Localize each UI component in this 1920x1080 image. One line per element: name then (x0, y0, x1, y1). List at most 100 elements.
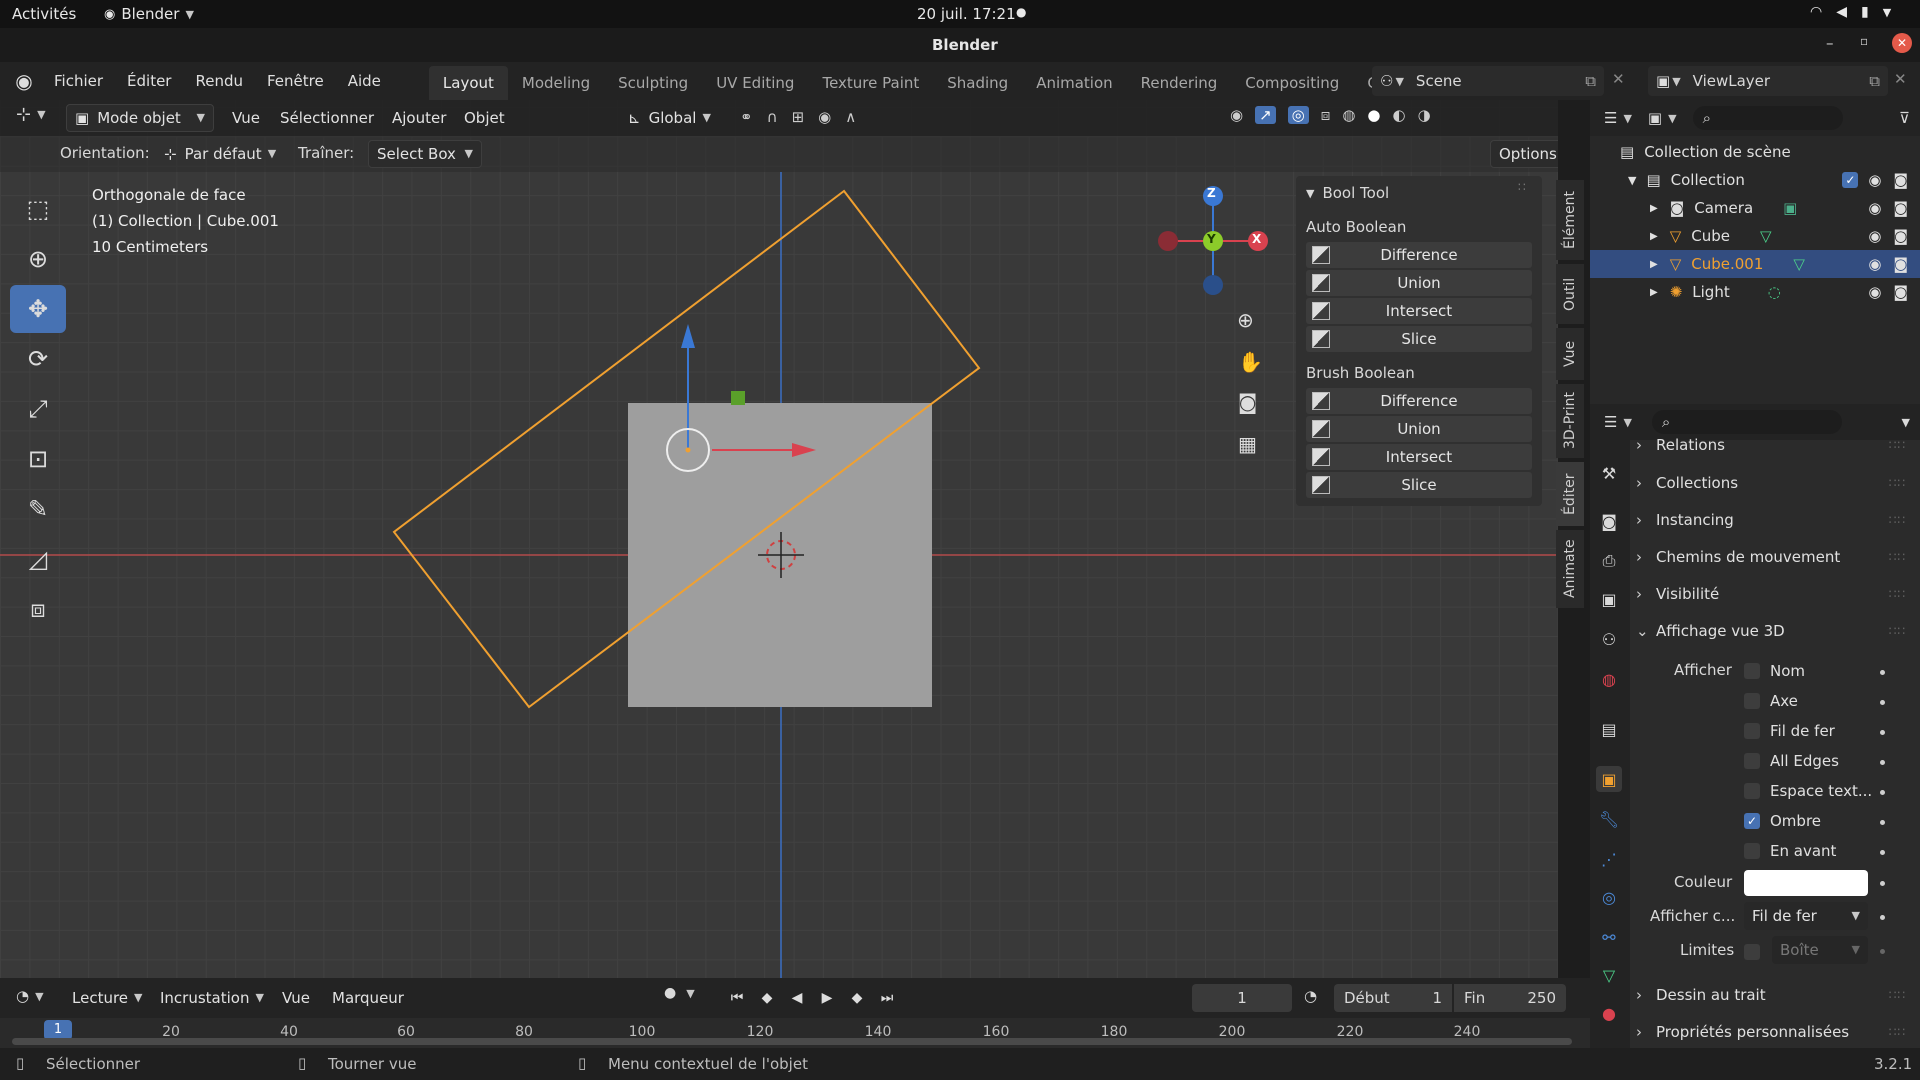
timeline-editor-button[interactable]: ◔ ▼ (16, 987, 44, 1005)
checkbox-en-avant[interactable]: En avant (1744, 837, 1836, 865)
sidetab-outil[interactable]: Outil (1556, 264, 1584, 324)
menu-vue[interactable]: Vue (224, 104, 268, 132)
tab-sculpting[interactable]: Sculpting (604, 66, 702, 100)
transform-tool[interactable]: ⊡ (10, 435, 66, 483)
jump-end-icon[interactable]: ⏭ (874, 985, 900, 1011)
brush-intersect-button[interactable]: Intersect (1306, 444, 1532, 470)
play-icon[interactable]: ▶ (814, 985, 840, 1011)
gizmo-toggle-icon[interactable]: ↗ (1255, 106, 1276, 124)
auto-union-button[interactable]: Union (1306, 270, 1532, 296)
select-box-tool[interactable]: ⬚ (10, 185, 66, 233)
delete-viewlayer-icon[interactable]: ✕ (1894, 70, 1907, 88)
blender-logo-icon[interactable]: ◉ (6, 69, 42, 93)
section-relations[interactable]: › Relations ∷∷ (1636, 432, 1914, 458)
animate-dot-icon[interactable] (1880, 790, 1885, 795)
annotate-tool[interactable]: ✎ (10, 485, 66, 533)
panel-grip-icon[interactable]: ∷∷ (1889, 476, 1906, 490)
checkbox-all-edges[interactable]: All Edges (1744, 747, 1839, 775)
current-frame-field[interactable]: 1 (1192, 984, 1292, 1012)
outliner-scene-collection[interactable]: ▤ Collection de scène (1590, 138, 1920, 166)
xray-icon[interactable]: ⧈ (1321, 106, 1331, 124)
editor-type-button[interactable]: ⊹ ▼ (16, 104, 46, 125)
shading-material-icon[interactable]: ◐ (1393, 106, 1406, 124)
menu-editer[interactable]: Éditer (115, 62, 183, 100)
section-visibility[interactable]: › Visibilité ∷∷ (1636, 579, 1914, 609)
add-cube-tool[interactable]: ⧈ (10, 585, 66, 633)
shading-rendered-icon[interactable]: ◑ (1418, 106, 1431, 124)
scene-properties-icon[interactable]: ⚇ (1596, 626, 1622, 652)
auto-difference-button[interactable]: Difference (1306, 242, 1532, 268)
falloff-curve-icon[interactable]: ∧ (845, 108, 856, 126)
sidetab-element[interactable]: Élément (1556, 180, 1584, 260)
menu-rendu[interactable]: Rendu (183, 62, 255, 100)
jump-start-icon[interactable]: ⏮ (724, 985, 750, 1011)
tab-shading[interactable]: Shading (933, 66, 1022, 100)
animate-dot-icon[interactable] (1880, 670, 1885, 675)
animate-dot-icon[interactable] (1880, 915, 1885, 920)
menu-incrustation[interactable]: Incrustation ▼ (152, 984, 272, 1012)
camera-render-icon[interactable]: ◙ (1893, 255, 1908, 273)
brush-difference-button[interactable]: Difference (1306, 388, 1532, 414)
pivot-icon[interactable]: ⚭ (740, 108, 753, 126)
new-scene-icon[interactable]: ⧉ (1585, 72, 1596, 90)
tab-animation[interactable]: Animation (1022, 66, 1126, 100)
snap-magnet-icon[interactable]: ∩ (767, 108, 778, 126)
panel-grip-icon[interactable]: ∷∷ (1889, 1025, 1906, 1039)
menu-ajouter[interactable]: Ajouter (384, 104, 454, 132)
mesh-data-icon[interactable]: ▽ (1760, 227, 1772, 245)
bool-tool-header[interactable]: ▼ Bool Tool (1306, 184, 1389, 202)
color-swatch[interactable] (1744, 870, 1868, 896)
shading-solid-icon[interactable]: ● (1367, 106, 1380, 124)
constraints-properties-icon[interactable]: ⚯ (1596, 924, 1622, 950)
menu-aide[interactable]: Aide (336, 62, 393, 100)
view-layer-properties-icon[interactable]: ▣ (1596, 586, 1622, 612)
system-tray[interactable]: ◠ ◀ ▮ ▼ (1810, 4, 1891, 20)
play-reverse-icon[interactable]: ◀ (784, 985, 810, 1011)
camera-data-icon[interactable]: ▣ (1783, 199, 1797, 217)
camera-render-icon[interactable]: ◙ (1893, 283, 1908, 301)
drag-selector[interactable]: Select Box ▼ (368, 140, 482, 168)
animate-dot-icon[interactable] (1880, 760, 1885, 765)
particles-properties-icon[interactable]: ⋰ (1596, 846, 1622, 872)
properties-search-input[interactable]: ⌕ (1651, 410, 1842, 434)
mesh-data-icon[interactable]: ▽ (1793, 255, 1805, 273)
display-mode-icon[interactable]: ▣ (1648, 109, 1662, 127)
pan-hand-icon[interactable]: ✋ (1238, 350, 1263, 374)
outliner-item-light[interactable]: ▶ ✺ Light ◌ ◉ ◙ (1590, 278, 1920, 306)
bounds-dropdown[interactable]: Boîte ▼ (1772, 936, 1868, 964)
material-properties-icon[interactable]: ● (1596, 1000, 1622, 1026)
menu-objet[interactable]: Objet (456, 104, 513, 132)
sidetab-vue[interactable]: Vue (1556, 328, 1584, 380)
snap-increment-icon[interactable]: ⊞ (792, 108, 805, 126)
minimize-button[interactable]: – (1826, 34, 1834, 52)
chevron-right-icon[interactable]: ▶ (1650, 231, 1658, 242)
nav-gizmo-y-label[interactable]: Y (1207, 232, 1216, 246)
end-frame-field[interactable]: Fin 250 (1454, 984, 1566, 1012)
tool-properties-icon[interactable]: ⚒ (1596, 460, 1622, 486)
proportional-edit-icon[interactable]: ◉ (818, 108, 831, 126)
outliner-item-camera[interactable]: ▶ ◙ Camera ▣ ◉ ◙ (1590, 194, 1920, 222)
physics-properties-icon[interactable]: ◎ (1596, 884, 1622, 910)
section-instancing[interactable]: › Instancing ∷∷ (1636, 505, 1914, 535)
outliner-item-cube[interactable]: ▶ ▽ Cube ▽ ◉ ◙ (1590, 222, 1920, 250)
next-keyframe-icon[interactable]: ◆ (844, 985, 870, 1011)
checkbox-fil-de-fer[interactable]: Fil de fer (1744, 717, 1835, 745)
animate-dot-icon[interactable] (1880, 949, 1885, 954)
animate-dot-icon[interactable] (1880, 850, 1885, 855)
section-motion-paths[interactable]: › Chemins de mouvement ∷∷ (1636, 542, 1914, 572)
activities-button[interactable]: Activités (12, 5, 76, 23)
eye-icon[interactable]: ◉ (1868, 283, 1881, 301)
orientation-selector[interactable]: ⊹ Par défaut ▼ (156, 140, 284, 168)
display-as-dropdown[interactable]: Fil de fer ▼ (1744, 902, 1868, 930)
chevron-right-icon[interactable]: ▶ (1650, 203, 1658, 214)
start-frame-field[interactable]: Début 1 (1334, 984, 1452, 1012)
nav-gizmo-x-label[interactable]: X (1252, 232, 1261, 246)
section-line-art[interactable]: › Dessin au trait ∷∷ (1636, 980, 1914, 1010)
panel-grip-icon[interactable]: ∷∷ (1889, 587, 1906, 601)
nav-gizmo-z-label[interactable]: Z (1207, 186, 1216, 200)
prev-keyframe-icon[interactable]: ◆ (754, 985, 780, 1011)
properties-editor-icon[interactable]: ☰ (1604, 413, 1617, 431)
data-properties-icon[interactable]: ▽ (1596, 962, 1622, 988)
auto-slice-button[interactable]: Slice (1306, 326, 1532, 352)
auto-intersect-button[interactable]: Intersect (1306, 298, 1532, 324)
